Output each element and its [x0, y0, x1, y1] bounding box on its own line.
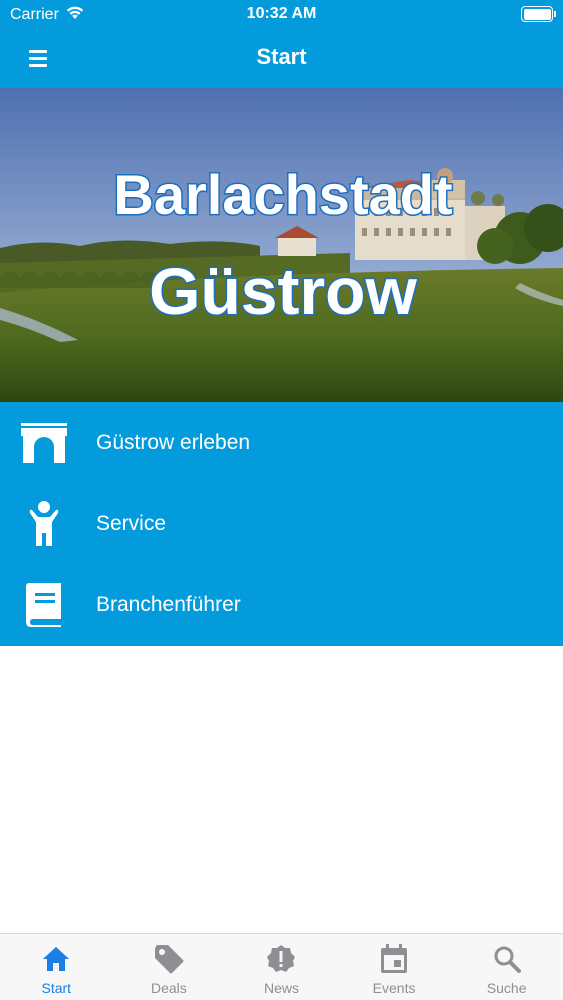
hero-title-line1: Barlachstadt: [113, 163, 452, 226]
hero-title-line2: Güstrow: [149, 254, 417, 328]
menu-item-label: Service: [96, 511, 167, 535]
menu-item-label: Branchenführer: [96, 592, 241, 616]
badge-alert-icon: [266, 944, 296, 974]
clock: 10:32 AM: [246, 5, 317, 22]
tab-label: Events: [372, 980, 416, 996]
tab-label: News: [263, 980, 299, 996]
tab-label: Deals: [150, 980, 187, 996]
person-icon: [20, 500, 68, 548]
app-header: Carrier 10:32 AM Start: [0, 0, 563, 88]
home-icon: [41, 944, 71, 974]
tab-bar: Start Deals News Events Suche: [0, 933, 563, 1000]
tab-deals[interactable]: Deals: [113, 934, 226, 1000]
navigation-bar: Start: [0, 30, 563, 88]
tag-icon: [154, 944, 184, 974]
hero-banner: Barlachstadt Güstrow: [0, 88, 563, 402]
battery-icon: [521, 6, 556, 22]
search-icon: [492, 944, 522, 974]
menu-item-branchenfuehrer[interactable]: Branchenführer: [0, 564, 563, 645]
page-title: Start: [256, 44, 307, 69]
status-bar: Carrier 10:32 AM: [0, 0, 563, 30]
book-icon: [20, 581, 68, 629]
main-menu-list: Güstrow erleben Service Branchenführer: [0, 402, 563, 646]
tab-label: Start: [41, 980, 72, 996]
menu-item-label: Güstrow erleben: [96, 430, 251, 454]
tab-label: Suche: [486, 980, 527, 996]
archway-icon: [20, 419, 68, 467]
menu-item-guestrow-erleben[interactable]: Güstrow erleben: [0, 402, 563, 483]
tab-start[interactable]: Start: [0, 934, 113, 1000]
tab-events[interactable]: Events: [338, 934, 451, 1000]
calendar-icon: [379, 944, 409, 974]
menu-item-service[interactable]: Service: [0, 483, 563, 564]
tab-suche[interactable]: Suche: [450, 934, 563, 1000]
tab-news[interactable]: News: [225, 934, 338, 1000]
